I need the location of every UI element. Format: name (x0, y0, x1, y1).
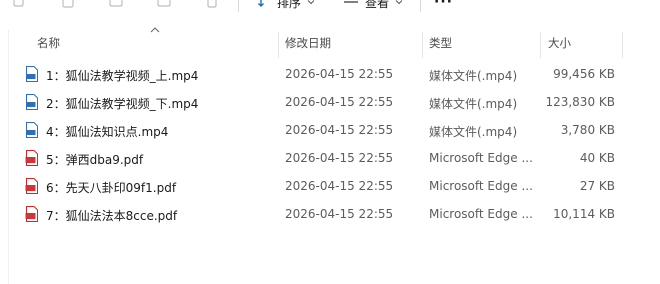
share-icon[interactable] (154, 0, 174, 10)
file-row[interactable]: 2：狐仙法教学视频_下.mp4 2026-04-15 22:55 媒体文件(.m… (0, 88, 660, 116)
column-header-date[interactable]: 修改日期 (285, 35, 331, 51)
file-date: 2026-04-15 22:55 (285, 151, 394, 165)
file-date: 2026-04-15 22:55 (285, 95, 394, 109)
sort-ascending-icon (150, 26, 160, 36)
mp4-file-icon (25, 66, 39, 82)
file-size: 40 KB (579, 151, 615, 165)
view-button[interactable]: 查看 (343, 0, 403, 11)
file-date: 2026-04-15 22:55 (285, 123, 394, 137)
rename-icon[interactable] (106, 0, 126, 10)
sort-label: 排序 (277, 0, 302, 10)
file-type: Microsoft Edge ... (429, 151, 533, 165)
copy-icon[interactable] (9, 0, 29, 10)
column-divider[interactable] (622, 32, 623, 58)
chevron-down-icon (395, 0, 403, 9)
file-row[interactable]: 1：狐仙法教学视频_上.mp4 2026-04-15 22:55 媒体文件(.m… (0, 60, 660, 88)
column-header-row: 名称 修改日期 类型 大小 (0, 26, 660, 58)
file-size: 3,780 KB (560, 123, 615, 137)
sort-button[interactable]: 排序 (257, 0, 315, 11)
file-size: 27 KB (579, 179, 615, 193)
file-date: 2026-04-15 22:55 (285, 207, 394, 221)
file-row[interactable]: 6：先天八卦印09f1.pdf 2026-04-15 22:55 Microso… (0, 172, 660, 200)
column-header-type[interactable]: 类型 (429, 35, 452, 51)
pdf-file-icon (25, 206, 39, 222)
file-name: 7：狐仙法法本8cce.pdf (46, 209, 178, 223)
file-type: Microsoft Edge ... (429, 179, 533, 193)
file-name: 4：狐仙法知识点.mp4 (46, 125, 169, 139)
file-row[interactable]: 4：狐仙法知识点.mp4 2026-04-15 22:55 媒体文件(.mp4)… (0, 116, 660, 144)
file-list: 1：狐仙法教学视频_上.mp4 2026-04-15 22:55 媒体文件(.m… (0, 60, 660, 228)
file-size: 10,114 KB (553, 207, 615, 221)
file-date: 2026-04-15 22:55 (285, 179, 394, 193)
mp4-file-icon (25, 94, 39, 110)
command-bar: 排序 查看 ··· (0, 0, 660, 14)
paste-icon[interactable] (58, 0, 78, 10)
file-type: Microsoft Edge ... (429, 207, 533, 221)
file-type: 媒体文件(.mp4) (429, 69, 518, 83)
column-divider[interactable] (278, 32, 279, 58)
file-name: 5：弹西dba9.pdf (46, 153, 144, 167)
file-type: 媒体文件(.mp4) (429, 97, 518, 111)
view-icon (343, 0, 359, 11)
file-type: 媒体文件(.mp4) (429, 125, 518, 139)
mp4-file-icon (25, 122, 39, 138)
pdf-file-icon (25, 150, 39, 166)
file-size: 123,830 KB (545, 95, 615, 109)
file-row[interactable]: 7：狐仙法法本8cce.pdf 2026-04-15 22:55 Microso… (0, 200, 660, 228)
column-header-name[interactable]: 名称 (37, 35, 60, 51)
file-row[interactable]: 5：弹西dba9.pdf 2026-04-15 22:55 Microsoft … (0, 144, 660, 172)
sort-icon (257, 0, 271, 11)
file-name: 6：先天八卦印09f1.pdf (46, 181, 177, 195)
file-name: 1：狐仙法教学视频_上.mp4 (46, 69, 199, 83)
file-name: 2：狐仙法教学视频_下.mp4 (46, 97, 199, 111)
delete-icon[interactable] (202, 0, 222, 10)
toolbar-divider (420, 0, 421, 12)
toolbar-divider (238, 0, 239, 12)
column-divider[interactable] (540, 32, 541, 58)
chevron-down-icon (307, 0, 315, 9)
column-divider[interactable] (422, 32, 423, 58)
column-header-size[interactable]: 大小 (548, 35, 571, 51)
pdf-file-icon (25, 178, 39, 194)
more-options-button[interactable]: ··· (434, 0, 453, 10)
view-label: 查看 (365, 0, 390, 10)
file-size: 99,456 KB (553, 67, 615, 81)
file-date: 2026-04-15 22:55 (285, 67, 394, 81)
